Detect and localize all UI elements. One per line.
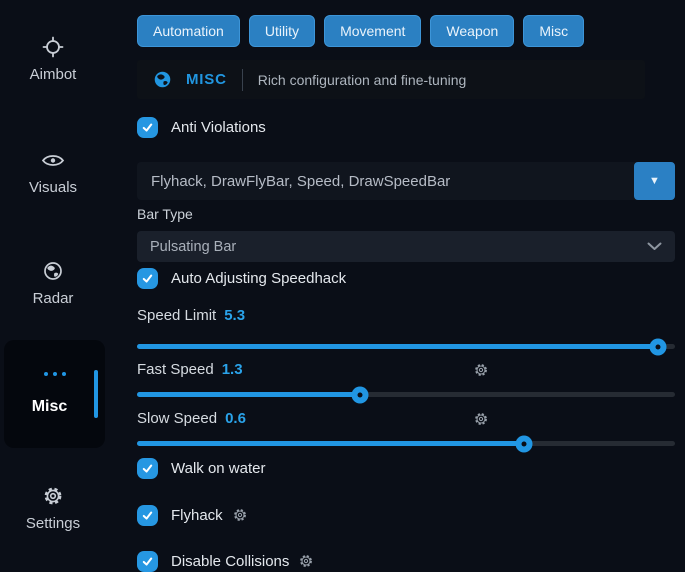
fast-speed-slider-handle[interactable] (351, 386, 368, 403)
sidebar-item-misc-active[interactable]: Misc (4, 340, 105, 448)
disable-collisions-label: Disable Collisions (171, 553, 289, 570)
anti-violations-checkbox[interactable] (137, 117, 158, 138)
gear-icon (42, 485, 64, 507)
anti-violations-row[interactable]: Anti Violations (137, 116, 266, 138)
sidebar-item-settings[interactable]: Settings (0, 485, 106, 532)
auto-adjusting-speedhack-label: Auto Adjusting Speedhack (171, 270, 346, 287)
section-title: MISC (186, 71, 227, 88)
speed-limit-slider[interactable] (137, 344, 675, 349)
flyhack-checkbox[interactable] (137, 505, 158, 526)
sidebar-item-label: Visuals (29, 179, 77, 196)
bar-type-label: Bar Type (137, 206, 193, 222)
disable-collisions-row[interactable]: Disable Collisions (137, 550, 314, 572)
speed-limit-label: Speed Limit (137, 307, 216, 324)
slider-fill (137, 344, 658, 349)
tab-automation[interactable]: Automation (137, 15, 240, 47)
bar-type-dropdown[interactable]: Pulsating Bar (137, 231, 675, 262)
tab-misc[interactable]: Misc (523, 15, 584, 47)
slider-fill (137, 441, 524, 446)
section-header: MISC Rich configuration and fine-tuning (137, 60, 645, 99)
fast-speed-label-row: Fast Speed 1.3 (137, 361, 243, 378)
slow-speed-gear-icon[interactable] (473, 411, 489, 427)
slow-speed-slider-handle[interactable] (516, 435, 533, 452)
fast-speed-slider[interactable] (137, 392, 675, 397)
ellipsis-icon (44, 372, 66, 376)
walk-on-water-label: Walk on water (171, 460, 265, 477)
fast-speed-label: Fast Speed (137, 361, 214, 378)
sidebar-item-visuals[interactable]: Visuals (0, 149, 106, 196)
header-divider (242, 69, 243, 91)
tab-movement[interactable]: Movement (324, 15, 421, 47)
auto-adjusting-speedhack-row[interactable]: Auto Adjusting Speedhack (137, 267, 346, 289)
triangle-down-icon: ▼ (649, 175, 660, 187)
slow-speed-label: Slow Speed (137, 410, 217, 427)
sidebar-item-label: Radar (33, 290, 74, 307)
eye-icon (41, 149, 65, 171)
content-panel: Automation Utility Movement Weapon Misc … (137, 0, 675, 563)
slow-speed-slider[interactable] (137, 441, 675, 446)
active-indicator-bar (94, 370, 98, 418)
sidebar-item-radar[interactable]: Radar (0, 260, 106, 307)
crosshair-icon (42, 36, 64, 58)
sidebar-item-label: Misc (4, 398, 95, 416)
sidebar: Aimbot Visuals Radar Mi (0, 0, 118, 563)
category-tabs: Automation Utility Movement Weapon Misc (137, 15, 584, 47)
sidebar-item-aimbot[interactable]: Aimbot (0, 36, 106, 83)
fast-speed-value: 1.3 (222, 361, 243, 378)
feature-multiselect-value: Flyhack, DrawFlyBar, Speed, DrawSpeedBar (137, 173, 634, 190)
slow-speed-label-row: Slow Speed 0.6 (137, 410, 246, 427)
disable-collisions-checkbox[interactable] (137, 551, 158, 572)
chevron-down-icon (647, 242, 662, 251)
flyhack-row[interactable]: Flyhack (137, 504, 248, 526)
anti-violations-label: Anti Violations (171, 119, 266, 136)
feature-multiselect[interactable]: Flyhack, DrawFlyBar, Speed, DrawSpeedBar… (137, 162, 675, 200)
section-subtitle: Rich configuration and fine-tuning (258, 72, 467, 88)
disable-collisions-gear-icon[interactable] (298, 553, 314, 569)
cheat-menu-window: Aimbot Visuals Radar Mi (0, 0, 685, 563)
flyhack-label: Flyhack (171, 507, 223, 524)
auto-adjusting-speedhack-checkbox[interactable] (137, 268, 158, 289)
globe-icon (42, 260, 64, 282)
walk-on-water-row[interactable]: Walk on water (137, 457, 265, 479)
speed-limit-slider-handle[interactable] (649, 338, 666, 355)
multiselect-dropdown-button[interactable]: ▼ (634, 162, 675, 200)
globe-icon (153, 70, 172, 89)
sidebar-item-label: Settings (26, 515, 80, 532)
flyhack-gear-icon[interactable] (232, 507, 248, 523)
speed-limit-value: 5.3 (224, 307, 245, 324)
bar-type-selected-value: Pulsating Bar (150, 239, 647, 255)
fast-speed-gear-icon[interactable] (473, 362, 489, 378)
sidebar-item-label: Aimbot (30, 66, 77, 83)
tab-weapon[interactable]: Weapon (430, 15, 514, 47)
speed-limit-label-row: Speed Limit 5.3 (137, 307, 245, 324)
tab-utility[interactable]: Utility (249, 15, 315, 47)
slider-fill (137, 392, 360, 397)
slow-speed-value: 0.6 (225, 410, 246, 427)
walk-on-water-checkbox[interactable] (137, 458, 158, 479)
